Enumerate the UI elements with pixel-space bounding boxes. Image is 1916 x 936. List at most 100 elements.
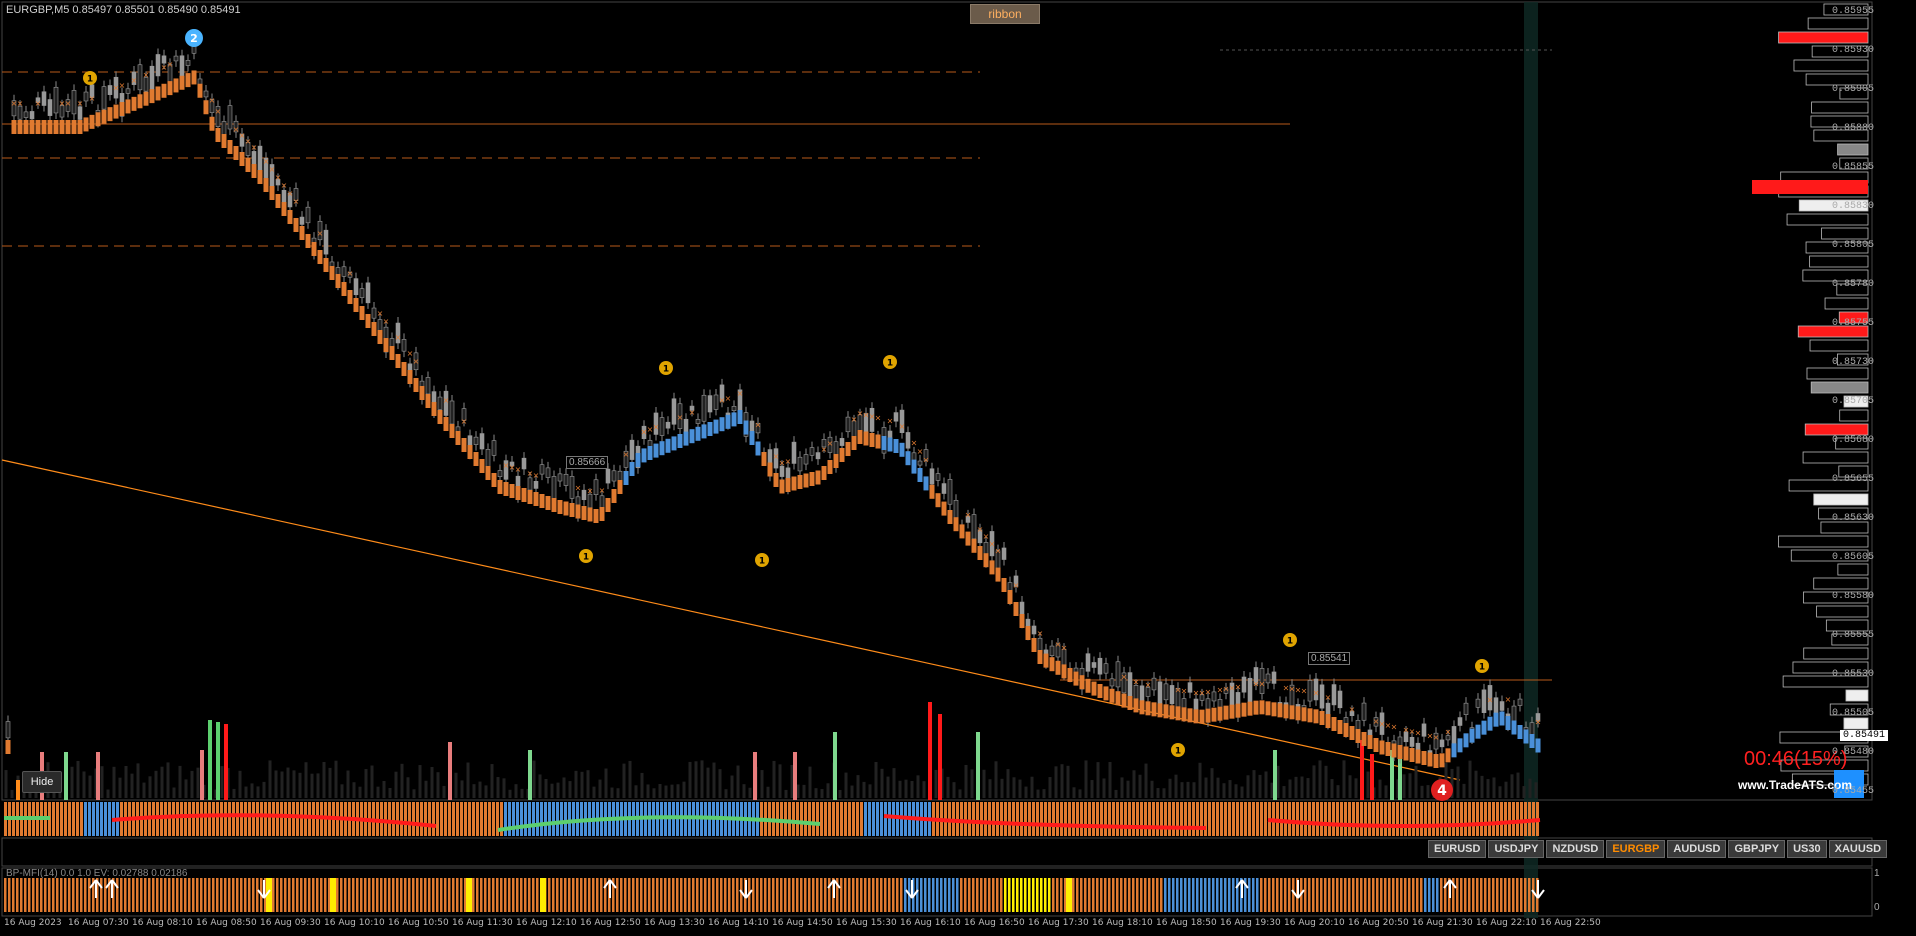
symbol-button-nzdusd[interactable]: NZDUSD	[1546, 840, 1605, 858]
mfi-bar	[128, 878, 131, 912]
histo-bar	[1168, 802, 1171, 836]
histo-bar	[472, 802, 475, 836]
symbol-button-xauusd[interactable]: XAUUSD	[1828, 840, 1888, 858]
mfi-bar	[956, 878, 959, 912]
histo-bar	[1012, 802, 1015, 836]
symbol-button-eurusd[interactable]: EURUSD	[1428, 840, 1487, 858]
histo-bar	[280, 802, 283, 836]
mfi-bar	[400, 878, 403, 912]
mfi-bar	[1396, 878, 1399, 912]
histo-bar	[1184, 802, 1187, 836]
mfi-bar	[100, 878, 103, 912]
mfi-bar	[924, 878, 927, 912]
mfi-bar	[1172, 878, 1175, 912]
time-tick: 16 Aug 2023	[4, 918, 62, 928]
histo-bar	[1140, 802, 1143, 836]
histo-bar	[844, 802, 847, 836]
mfi-bar	[216, 878, 219, 912]
histo-bar	[856, 802, 859, 836]
histo-bar	[56, 802, 59, 836]
mfi-bar	[780, 878, 783, 912]
mfi-bar	[760, 878, 763, 912]
time-tick: 16 Aug 21:30	[1412, 918, 1473, 928]
mfi-bar	[1260, 878, 1263, 912]
histo-bar	[1004, 802, 1007, 836]
mfi-bar	[456, 878, 459, 912]
mfi-bar	[8, 878, 11, 912]
histo-bar	[520, 802, 523, 836]
histo-bar	[564, 802, 567, 836]
mfi-bar	[1368, 878, 1371, 912]
histo-bar	[1076, 802, 1079, 836]
mfi-bar	[1248, 878, 1251, 912]
histo-bar	[388, 802, 391, 836]
mfi-bar	[236, 878, 239, 912]
mfi-bar	[752, 878, 755, 912]
histo-bar	[1052, 802, 1055, 836]
mfi-bar	[572, 878, 575, 912]
mfi-bar	[524, 878, 527, 912]
symbol-button-eurgbp[interactable]: EURGBP	[1606, 840, 1666, 858]
histo-bar	[172, 802, 175, 836]
histo-bar	[228, 802, 231, 836]
mfi-bar	[148, 878, 151, 912]
histo-bar	[872, 802, 875, 836]
mfi-bar	[1456, 878, 1459, 912]
histo-bar	[392, 802, 395, 836]
time-tick: 16 Aug 08:10	[132, 918, 193, 928]
histo-bar	[1068, 802, 1071, 836]
mfi-bar	[844, 878, 847, 912]
mfi-bar	[808, 878, 811, 912]
mfi-bar	[848, 878, 851, 912]
mfi-bar	[984, 878, 987, 912]
mfi-bar	[656, 878, 659, 912]
mfi-bar	[192, 878, 195, 912]
mfi-bar	[796, 878, 799, 912]
symbol-button-gbpjpy[interactable]: GBPJPY	[1728, 840, 1786, 858]
mfi-bar	[1292, 878, 1295, 912]
histo-bar	[1308, 802, 1311, 836]
mfi-bar	[676, 878, 679, 912]
histo-bar	[972, 802, 975, 836]
mfi-bar	[340, 878, 343, 912]
histo-bar	[852, 802, 855, 836]
histo-bar	[1288, 802, 1291, 836]
histo-bar	[1172, 802, 1175, 836]
mfi-bar	[64, 878, 67, 912]
histo-bar	[1352, 802, 1355, 836]
mfi-bar	[1528, 878, 1531, 912]
symbol-button-us30[interactable]: US30	[1787, 840, 1827, 858]
histo-bar	[1504, 802, 1507, 836]
histo-bar	[1332, 802, 1335, 836]
mfi-bar	[296, 878, 299, 912]
time-tick: 16 Aug 16:10	[900, 918, 961, 928]
mfi-bar	[936, 878, 939, 912]
mfi-bar	[40, 878, 43, 912]
histo-bar	[1388, 802, 1391, 836]
mfi-bar	[212, 878, 215, 912]
histo-bar	[244, 802, 247, 836]
histo-bar	[1016, 802, 1019, 836]
mfi-bar	[720, 878, 723, 912]
symbol-button-usdjpy[interactable]: USDJPY	[1488, 840, 1545, 858]
mfi-bar	[884, 878, 887, 912]
price-tick: 0.85905	[1831, 84, 1874, 95]
histo-bar	[252, 802, 255, 836]
mfi-bar	[276, 878, 279, 912]
symbol-button-audusd[interactable]: AUDUSD	[1667, 840, 1727, 858]
mfi-bar	[1364, 878, 1367, 912]
mfi-bar	[1056, 878, 1059, 912]
price-tick: 0.85680	[1831, 435, 1874, 446]
histo-bar	[540, 802, 543, 836]
mfi-bar	[904, 878, 907, 912]
histo-bar	[784, 802, 787, 836]
mfi-bar	[304, 878, 307, 912]
mfi-bar	[584, 878, 587, 912]
histo-bar	[100, 802, 103, 836]
mfi-bar	[24, 878, 27, 912]
mfi-bar	[232, 878, 235, 912]
mfi-bar	[1288, 878, 1291, 912]
mfi-bar	[812, 878, 815, 912]
histo-bar	[884, 802, 887, 836]
mfi-bar	[1216, 878, 1219, 912]
